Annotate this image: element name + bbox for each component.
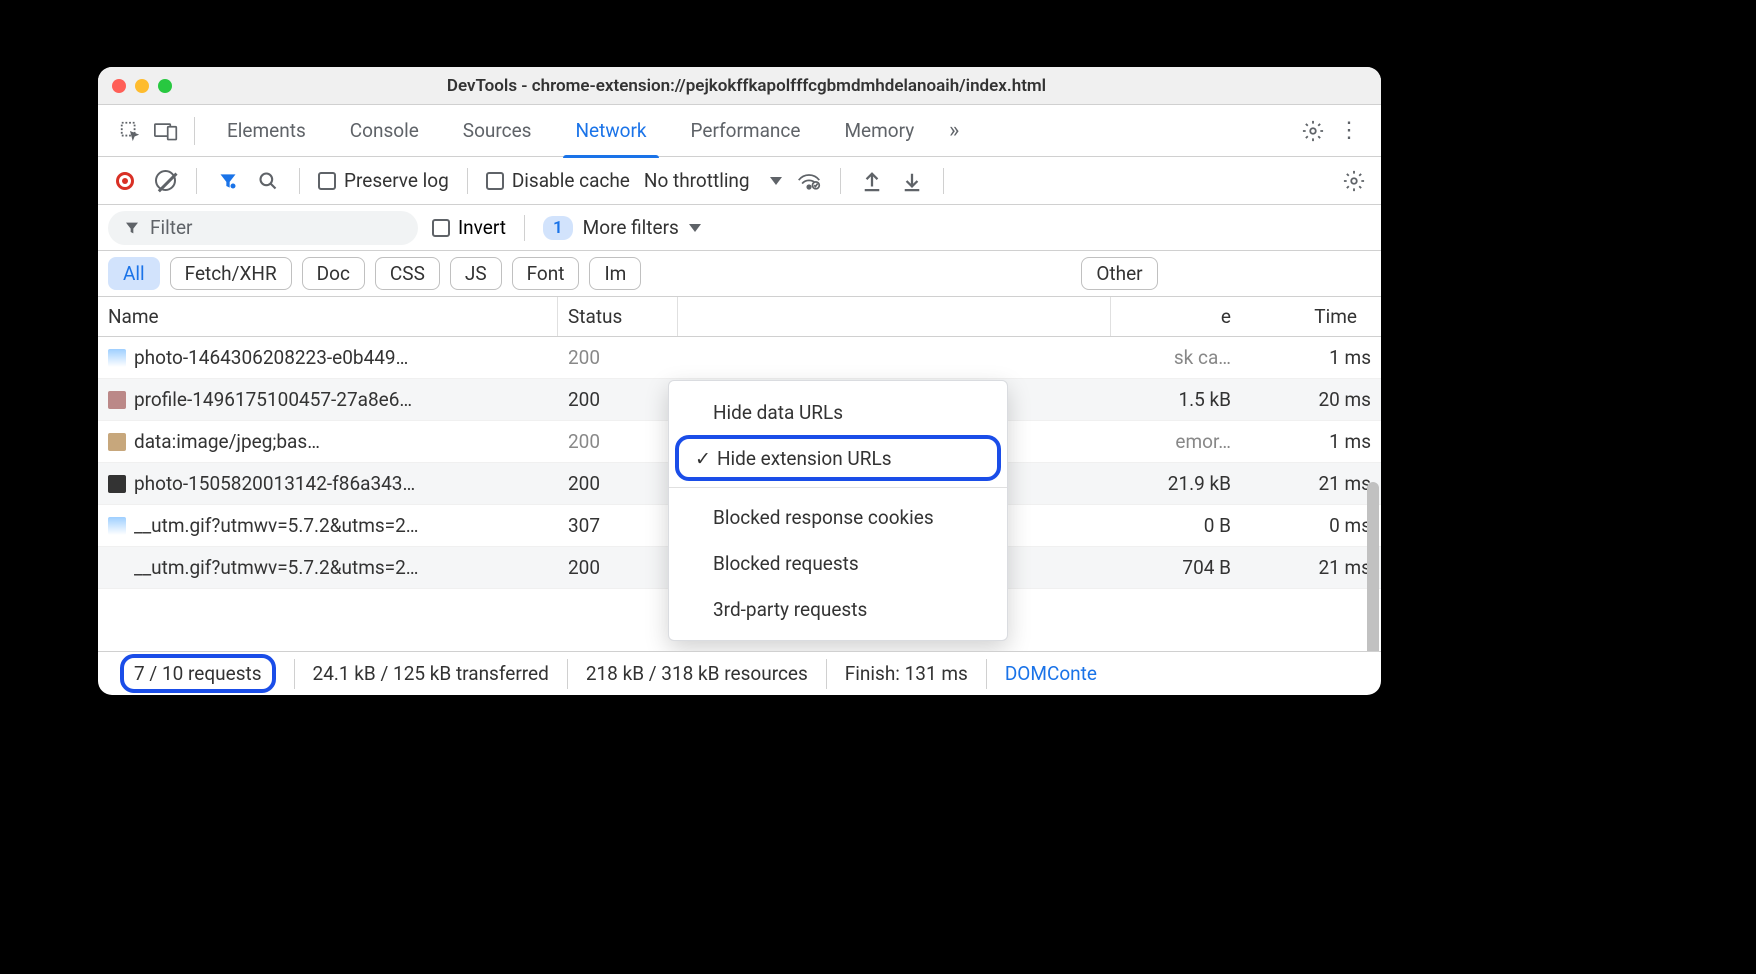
col-name[interactable]: Name [98,297,558,336]
file-icon [108,475,126,493]
more-filters-badge: 1 [543,216,573,240]
tab-console[interactable]: Console [328,105,441,157]
status-bar: 7 / 10 requests 24.1 kB / 125 kB transfe… [98,651,1381,695]
close-window-button[interactable] [112,79,126,93]
throttling-value: No throttling [644,169,750,192]
inspect-icon[interactable] [112,113,148,149]
menu-blocked-requests[interactable]: Blocked requests [669,540,1007,586]
type-font[interactable]: Font [512,257,580,290]
status-domcontent: DOMConte [987,659,1115,689]
titlebar: DevTools - chrome-extension://pejkokffka… [98,67,1381,105]
tab-memory[interactable]: Memory [822,105,936,157]
separator [196,168,197,194]
filter-bar: Filter Invert 1 More filters [98,205,1381,251]
more-filters-dropdown[interactable]: 1 More filters [543,216,701,240]
filter-placeholder: Filter [150,216,192,239]
separator [840,168,841,194]
chevron-down-icon [770,177,782,185]
invert-checkbox[interactable]: Invert [432,216,506,239]
record-button[interactable] [112,168,138,194]
disable-cache-checkbox[interactable]: Disable cache [486,169,630,192]
separator [299,168,300,194]
panel-tabbar: Elements Console Sources Network Perform… [98,105,1381,157]
status-resources: 218 kB / 318 kB resources [568,659,827,689]
panel-settings-gear-icon[interactable] [1341,168,1367,194]
type-other[interactable]: Other [1081,257,1157,290]
file-icon [108,349,126,367]
status-transferred: 24.1 kB / 125 kB transferred [295,659,568,689]
separator [194,117,195,145]
table-row[interactable]: photo-1464306208223-e0b449… 200 sk ca… 1… [98,337,1381,379]
status-finish: Finish: 131 ms [827,659,987,689]
network-toolbar: Preserve log Disable cache No throttling [98,157,1381,205]
disable-cache-label: Disable cache [512,169,630,192]
type-all[interactable]: All [108,257,160,290]
menu-blocked-response-cookies[interactable]: Blocked response cookies [669,494,1007,540]
filter-toggle-icon[interactable] [215,168,241,194]
separator [524,215,525,241]
file-icon [108,517,126,535]
funnel-icon [124,220,140,236]
kebab-menu-icon[interactable]: ⋮ [1331,113,1367,149]
resource-type-bar: All Fetch/XHR Doc CSS JS Font Im Other [98,251,1381,297]
type-fetch-xhr[interactable]: Fetch/XHR [170,257,292,290]
tab-network[interactable]: Network [553,105,668,157]
throttling-select[interactable]: No throttling [644,169,782,192]
settings-gear-icon[interactable] [1295,113,1331,149]
more-tabs-icon[interactable]: » [936,113,972,149]
devtools-window: DevTools - chrome-extension://pejkokffka… [98,67,1381,695]
tab-performance[interactable]: Performance [669,105,823,157]
preserve-log-checkbox[interactable]: Preserve log [318,169,449,192]
invert-label: Invert [458,216,506,239]
type-doc[interactable]: Doc [302,257,365,290]
vertical-scrollbar[interactable] [1367,482,1379,651]
col-status[interactable]: Status [558,297,678,336]
menu-hide-extension-urls[interactable]: Hide extension URLs [675,435,1001,481]
network-table-container: Name Status e Time photo-1464306208223-e… [98,297,1381,651]
tab-elements[interactable]: Elements [205,105,328,157]
chevron-down-icon [689,224,701,232]
separator [943,168,944,194]
file-icon [108,559,126,577]
more-filters-menu: Hide data URLs Hide extension URLs Block… [668,380,1008,641]
file-icon [108,391,126,409]
tab-sources[interactable]: Sources [441,105,554,157]
type-js[interactable]: JS [450,257,502,290]
maximize-window-button[interactable] [158,79,172,93]
search-icon[interactable] [255,168,281,194]
menu-hide-data-urls[interactable]: Hide data URLs [669,389,1007,435]
network-conditions-icon[interactable] [796,168,822,194]
more-filters-label: More filters [583,216,679,239]
clear-button[interactable] [152,168,178,194]
col-hidden [678,297,1111,336]
col-time[interactable]: Time [1241,297,1381,336]
file-icon [108,433,126,451]
traffic-lights [112,79,172,93]
col-size[interactable]: e [1111,297,1241,336]
separator [467,168,468,194]
minimize-window-button[interactable] [135,79,149,93]
device-toggle-icon[interactable] [148,113,184,149]
filter-input[interactable]: Filter [108,211,418,245]
upload-har-icon[interactable] [859,168,885,194]
status-requests: 7 / 10 requests [114,659,295,689]
type-img[interactable]: Im [589,257,641,290]
table-header: Name Status e Time [98,297,1381,337]
window-title: DevTools - chrome-extension://pejkokffka… [172,76,1321,96]
type-css[interactable]: CSS [375,257,440,290]
menu-separator [669,487,1007,488]
menu-3rd-party-requests[interactable]: 3rd-party requests [669,586,1007,632]
download-har-icon[interactable] [899,168,925,194]
preserve-log-label: Preserve log [344,169,449,192]
